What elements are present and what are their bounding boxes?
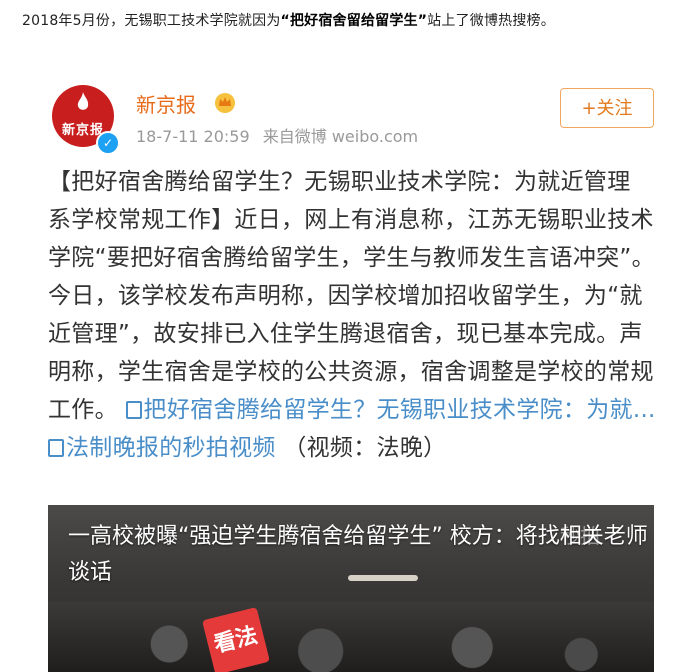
flame-logo-icon xyxy=(77,92,89,110)
author-name[interactable]: 新京报 xyxy=(136,89,196,118)
post-meta: 18-7-11 20:59 来自微博 weibo.com xyxy=(136,123,426,147)
post-body: 【把好宿舍腾给留学生？无锡职业技术学院：为就近管理 系学校常规工作】近日，网上有… xyxy=(48,163,658,467)
crown-vip-icon xyxy=(215,93,235,113)
intro-before: 2018年5月份，无锡职工技术学院就因为 xyxy=(22,13,281,29)
video-link-text: 法制晚报的秒拍视频 xyxy=(66,435,276,461)
video-link[interactable]: 法制晚报的秒拍视频 xyxy=(48,435,276,461)
weibo-post-card: 新京报 ✓ 新京报 18-7-11 20:59 来自微博 weibo.com +… xyxy=(26,65,676,672)
verified-icon: ✓ xyxy=(96,131,120,155)
video-player[interactable]: 一高校被曝“强迫学生腾宿舍给留学生” 校方：将找相关老师谈话 秒拍 看法 xyxy=(48,505,654,672)
article-link[interactable]: 把好宿舍腾给留学生？无锡职业技术学院：为就... xyxy=(125,397,656,423)
video-crowd-scene xyxy=(48,602,654,672)
video-credit: （视频：法晚） xyxy=(283,435,447,461)
post-text: 【把好宿舍腾给留学生？无锡职业技术学院：为就近管理 系学校常规工作】近日，网上有… xyxy=(48,169,655,423)
intro-text: 2018年5月份，无锡职工技术学院就因为“把好宿舍留给留学生”站上了微博热搜榜。 xyxy=(22,10,555,30)
video-watermark: 秒拍 xyxy=(560,524,600,548)
video-link-icon xyxy=(48,439,64,457)
link-icon xyxy=(125,401,142,419)
post-source[interactable]: 来自微博 weibo.com xyxy=(263,127,418,146)
follow-button[interactable]: +关注 xyxy=(560,88,654,128)
post-date[interactable]: 18-7-11 20:59 xyxy=(136,127,250,146)
intro-after: 站上了微博热搜榜。 xyxy=(427,13,555,29)
intro-highlight: “把好宿舍留给留学生” xyxy=(280,13,428,29)
article-link-text: 把好宿舍腾给留学生？无锡职业技术学院：为就... xyxy=(143,397,656,423)
